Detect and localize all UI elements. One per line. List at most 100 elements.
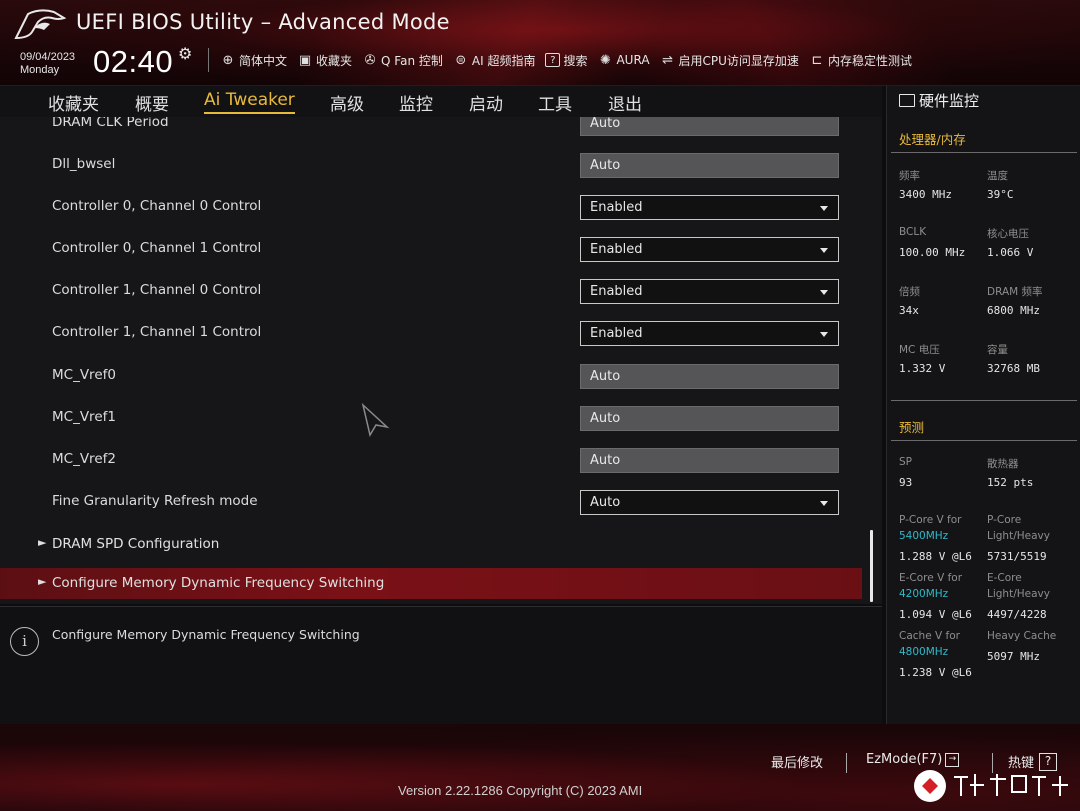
monitor-icon bbox=[899, 94, 915, 107]
clock-settings-gear-icon[interactable]: ⚙ bbox=[178, 44, 192, 63]
setting-label: MC_Vref1 bbox=[52, 409, 116, 425]
setting-row-c0-ch1[interactable]: Controller 0, Channel 1 Control Enabled bbox=[0, 233, 870, 265]
tab-boot[interactable]: 启动 bbox=[469, 90, 503, 115]
submenu-memory-dfs[interactable]: ► Configure Memory Dynamic Frequency Swi… bbox=[0, 568, 862, 599]
tab-advanced[interactable]: 高级 bbox=[330, 90, 364, 115]
monitor-title: 硬件监控 bbox=[899, 90, 979, 111]
ai-overclock-button[interactable]: ⊜ AI 超频指南 bbox=[453, 52, 536, 69]
setting-row-dram-clk-period[interactable]: DRAM CLK Period Auto bbox=[0, 117, 870, 139]
last-modified-label: 最后修改 bbox=[771, 756, 824, 771]
capacity-label: 容量 bbox=[987, 344, 1008, 356]
rog-logo-icon bbox=[14, 9, 66, 40]
settings-list: DRAM CLK Period Auto Dll_bwsel Auto Cont… bbox=[0, 117, 882, 604]
core-voltage-value: 1.066 V bbox=[987, 246, 1034, 259]
header-bar: UEFI BIOS Utility – Advanced Mode 09/04/… bbox=[0, 0, 1080, 86]
resize-bar-icon: ⇌ bbox=[662, 52, 673, 68]
help-description: Configure Memory Dynamic Frequency Switc… bbox=[52, 627, 360, 642]
resize-bar-label: 启用CPU访问显存加速 bbox=[678, 53, 799, 68]
app-title: UEFI BIOS Utility – Advanced Mode bbox=[76, 10, 450, 34]
dropdown-value: Enabled bbox=[590, 284, 643, 299]
prediction-section-title: 预测 bbox=[899, 420, 925, 435]
ai-overclock-label: AI 超频指南 bbox=[471, 53, 536, 68]
setting-label: Controller 1, Channel 0 Control bbox=[52, 282, 262, 298]
footer-separator bbox=[846, 753, 847, 773]
core-voltage-label: 核心电压 bbox=[987, 228, 1029, 240]
dram-frequency-value: 6800 MHz bbox=[987, 304, 1040, 317]
main-tabs: 收藏夹 概要 Ai Tweaker 高级 监控 启动 工具 退出 bbox=[0, 86, 882, 117]
cpu-frequency-label: 频率 bbox=[899, 170, 920, 182]
cooler-label: 散热器 bbox=[987, 458, 1019, 470]
submenu-arrow-icon: ► bbox=[38, 575, 47, 588]
setting-label: DRAM CLK Period bbox=[52, 117, 169, 130]
fan-icon: ✇ bbox=[364, 52, 376, 68]
ai-overclock-icon: ⊜ bbox=[455, 52, 467, 68]
setting-label: Dll_bwsel bbox=[52, 156, 116, 172]
setting-dropdown[interactable]: Auto bbox=[580, 490, 839, 515]
bclk-label: BCLK bbox=[899, 226, 927, 238]
setting-label: Fine Granularity Refresh mode bbox=[52, 493, 258, 509]
resize-bar-button[interactable]: ⇌ 启用CPU访问显存加速 bbox=[660, 52, 799, 69]
submenu-label: Configure Memory Dynamic Frequency Switc… bbox=[52, 575, 385, 591]
setting-row-mc-vref1[interactable]: MC_Vref1 Auto bbox=[0, 402, 870, 434]
day-text: Monday bbox=[20, 64, 60, 76]
info-icon: i bbox=[10, 627, 39, 656]
setting-row-c1-ch0[interactable]: Controller 1, Channel 0 Control Enabled bbox=[0, 275, 870, 307]
ecore-lh-value: 4497/4228 bbox=[987, 608, 1047, 621]
setting-value-field[interactable]: Auto bbox=[580, 364, 839, 389]
tab-ai-tweaker[interactable]: Ai Tweaker bbox=[204, 90, 295, 114]
ecore-v-label: E-Core V for bbox=[899, 572, 963, 584]
search-button[interactable]: ? 搜索 bbox=[545, 52, 587, 69]
ecore-lh-sublabel: Light/Heavy bbox=[987, 588, 1050, 600]
setting-row-c1-ch1[interactable]: Controller 1, Channel 1 Control Enabled bbox=[0, 317, 870, 349]
last-modified-button[interactable]: 最后修改 bbox=[771, 752, 823, 771]
aura-button[interactable]: ✺ AURA bbox=[597, 52, 650, 68]
setting-value-field[interactable]: Auto bbox=[580, 117, 839, 136]
settings-scrollbar[interactable] bbox=[870, 530, 873, 602]
setting-row-mc-vref2[interactable]: MC_Vref2 Auto bbox=[0, 444, 870, 476]
sp-value: 93 bbox=[899, 476, 913, 489]
setting-value-field[interactable]: Auto bbox=[580, 406, 839, 431]
dropdown-value: Enabled bbox=[590, 242, 643, 257]
setting-dropdown[interactable]: Enabled bbox=[580, 237, 839, 262]
setting-dropdown[interactable]: Enabled bbox=[580, 195, 839, 220]
language-button[interactable]: ⊕ 简体中文 bbox=[220, 52, 287, 69]
favorites-icon: ▣ bbox=[298, 52, 312, 68]
setting-row-c0-ch0[interactable]: Controller 0, Channel 0 Control Enabled bbox=[0, 191, 870, 223]
aura-icon: ✺ bbox=[600, 52, 611, 68]
setting-value-field[interactable]: Auto bbox=[580, 448, 839, 473]
tab-favorites[interactable]: 收藏夹 bbox=[48, 90, 99, 115]
capacity-value: 32768 MB bbox=[987, 362, 1040, 375]
memtest-button[interactable]: ⊏ 内存稳定性测试 bbox=[809, 52, 911, 69]
favorites-button[interactable]: ▣ 收藏夹 bbox=[297, 52, 352, 69]
search-label: 搜索 bbox=[563, 53, 588, 68]
tab-main[interactable]: 概要 bbox=[135, 90, 169, 115]
setting-dropdown[interactable]: Enabled bbox=[580, 321, 839, 346]
dropdown-value: Auto bbox=[590, 495, 621, 510]
cpu-memory-section-title: 处理器/内存 bbox=[899, 132, 966, 147]
favorites-label: 收藏夹 bbox=[316, 53, 353, 68]
tab-exit[interactable]: 退出 bbox=[608, 90, 642, 115]
tab-monitor[interactable]: 监控 bbox=[399, 90, 433, 115]
pcore-v-label: P-Core V for bbox=[899, 514, 962, 526]
setting-value-field[interactable]: Auto bbox=[580, 153, 839, 178]
clock-time: 02:40 bbox=[93, 44, 174, 79]
heavy-cache-label: Heavy Cache bbox=[987, 630, 1057, 642]
section-divider bbox=[891, 440, 1077, 441]
setting-dropdown[interactable]: Enabled bbox=[580, 279, 839, 304]
chevron-down-icon bbox=[820, 206, 828, 211]
pcore-lh-value: 5731/5519 bbox=[987, 550, 1047, 563]
qfan-button[interactable]: ✇ Q Fan 控制 bbox=[362, 52, 443, 69]
dropdown-value: Enabled bbox=[590, 200, 643, 215]
chevron-down-icon bbox=[820, 501, 828, 506]
submenu-label: DRAM SPD Configuration bbox=[52, 536, 220, 552]
setting-row-mc-vref0[interactable]: MC_Vref0 Auto bbox=[0, 360, 870, 392]
pcore-lh-label: P-Core bbox=[987, 514, 1022, 526]
date-text: 09/04/2023 bbox=[20, 51, 76, 63]
setting-row-dll-bwsel[interactable]: Dll_bwsel Auto bbox=[0, 149, 870, 181]
submenu-dram-spd-configuration[interactable]: ► DRAM SPD Configuration bbox=[0, 529, 862, 560]
pcore-v-value: 1.288 V @L6 bbox=[899, 550, 972, 563]
dropdown-value: Enabled bbox=[590, 326, 643, 341]
header-toolbar: ⊕ 简体中文 ▣ 收藏夹 ✇ Q Fan 控制 ⊜ AI 超频指南 ? 搜索 ✺… bbox=[220, 49, 922, 71]
setting-row-fine-granularity[interactable]: Fine Granularity Refresh mode Auto bbox=[0, 486, 870, 518]
tab-tool[interactable]: 工具 bbox=[538, 90, 572, 115]
